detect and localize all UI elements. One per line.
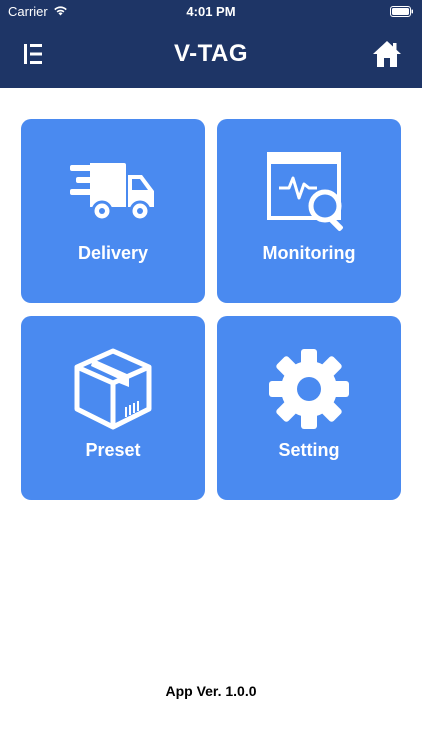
setting-tile[interactable]: Setting [217, 316, 401, 500]
home-button[interactable] [372, 40, 402, 68]
truck-icon [21, 147, 205, 237]
gear-icon [217, 344, 401, 434]
battery-icon [390, 5, 414, 17]
page-title: V-TAG [173, 40, 249, 67]
delivery-tile[interactable]: Delivery [21, 119, 205, 303]
monitor-search-icon [217, 147, 401, 237]
preset-label: Preset [85, 440, 141, 460]
preset-tile[interactable]: Preset [21, 316, 205, 500]
setting-label: Setting [278, 440, 340, 460]
status-time: 4:01 PM [186, 4, 236, 19]
monitoring-tile[interactable]: Monitoring [217, 119, 401, 303]
home-icon [372, 41, 402, 72]
delivery-label: Delivery [77, 243, 149, 263]
app-version: App Ver. 1.0.0 [165, 683, 257, 699]
top-bar: Carrier 4:01 PM V-TAG [0, 0, 422, 88]
app-screen: Carrier 4:01 PM V-TAG Delivery Monitorin… [0, 0, 422, 750]
package-box-icon [21, 344, 205, 434]
status-bar: Carrier 4:01 PM [0, 0, 422, 22]
monitoring-label: Monitoring [262, 243, 356, 263]
navigation-bar: V-TAG [0, 22, 422, 88]
